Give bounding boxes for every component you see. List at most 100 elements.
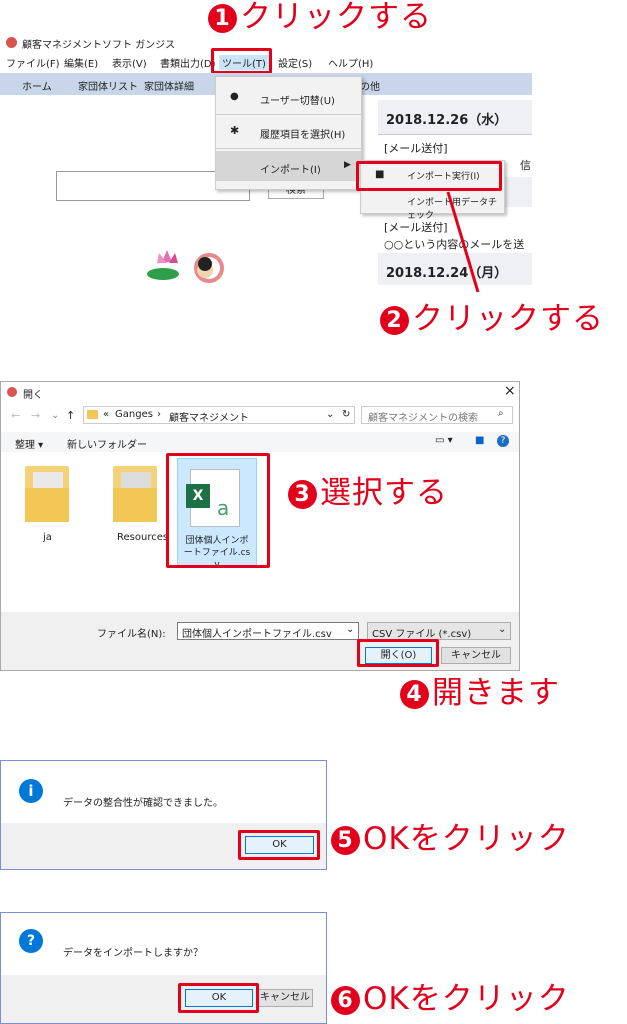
folder-icon (87, 410, 98, 419)
file-item-label: ja (43, 532, 52, 543)
menu-settings[interactable]: 設定(S) (278, 55, 312, 70)
history-date-1: 2018.12.26（水） (378, 100, 532, 135)
annotation-text: クリックする (240, 0, 432, 35)
annotation-text: OKをクリック (363, 821, 570, 857)
history-date-1-text: 2018.12.26（水） (386, 113, 508, 128)
confirm-cancel-label: キャンセル (260, 992, 310, 1003)
forward-arrow-icon[interactable]: → (31, 409, 40, 422)
menu-divider (216, 114, 361, 115)
command-bar: 整理 ▾ 新しいフォルダー ▭ ▾ ■ ? (1, 432, 519, 452)
user-icon: ● (230, 91, 239, 102)
annotation-text: 開きます (432, 675, 560, 711)
preview-pane-icon[interactable]: ■ (475, 435, 484, 446)
close-icon[interactable]: × (504, 383, 516, 399)
filename-input[interactable]: 団体個人インポートファイル.csv ⌄ (177, 622, 359, 640)
dialog-footer: ファイル名(N): 団体個人インポートファイル.csv ⌄ CSV ファイル (… (1, 612, 519, 670)
filetype-dropdown-icon: ⌄ (498, 624, 507, 635)
confirm-footer: OK キャンセル (1, 975, 326, 1023)
address-dropdown-icon[interactable]: ⌄ (326, 409, 334, 420)
nav-group-list[interactable]: 家団体リスト (78, 78, 138, 93)
filename-dropdown-icon[interactable]: ⌄ (346, 624, 354, 635)
step-number: 3 (288, 480, 317, 509)
menu-divider (216, 148, 361, 149)
menu-view[interactable]: 表示(V) (112, 55, 147, 70)
cancel-button[interactable]: キャンセル (441, 647, 511, 664)
annotation-arrow (446, 191, 480, 293)
path-separator: › (157, 409, 161, 420)
annotation-step4: 4 開きます (400, 676, 560, 710)
annotation-step3: 3 選択する (288, 476, 448, 510)
address-bar[interactable]: « Ganges › 顧客マネジメント ⌄ ↻ (83, 406, 355, 424)
step-number: 4 (400, 680, 429, 709)
view-options-icon[interactable]: ▭ ▾ (435, 435, 453, 446)
tools-dropdown: ● ユーザー切替(U) ✱ 履歴項目を選択(H) インポート(I) ▶ (215, 76, 362, 190)
nav-other[interactable]: の他 (360, 78, 380, 93)
menu-item-import-label: インポート(I) (260, 165, 321, 176)
history-tag-2: [メール送付] (384, 221, 448, 234)
menu-edit[interactable]: 編集(E) (64, 55, 98, 70)
path-overflow[interactable]: « (103, 409, 109, 420)
confirm-cancel-button[interactable]: キャンセル (257, 989, 313, 1007)
refresh-icon[interactable]: ↻ (342, 409, 350, 420)
menu-item-user-switch[interactable]: ● ユーザー切替(U) (216, 83, 361, 111)
highlight-info-ok (238, 830, 320, 860)
help-icon[interactable]: ? (497, 435, 509, 447)
menu-item-import[interactable]: インポート(I) ▶ (216, 151, 361, 181)
step-number: 6 (331, 986, 360, 1015)
info-icon: i (19, 779, 43, 803)
path-ganges[interactable]: Ganges (115, 409, 153, 420)
menu-item-history-label: 履歴項目を選択(H) (260, 130, 346, 141)
menu-item-user-switch-label: ユーザー切替(U) (260, 96, 335, 107)
recent-chevron-icon[interactable]: ⌄ (51, 410, 59, 421)
step-number: 1 (208, 4, 237, 33)
question-icon: ? (19, 929, 43, 953)
path-current[interactable]: 顧客マネジメント (169, 409, 249, 424)
step-number: 5 (331, 826, 360, 855)
organize-button[interactable]: 整理 ▾ (15, 436, 43, 451)
highlight-confirm-ok (178, 983, 259, 1013)
up-arrow-icon[interactable]: ↑ (66, 409, 75, 422)
menu-docs[interactable]: 書類出力(D) (160, 55, 216, 70)
annotation-text: OKをクリック (363, 981, 570, 1017)
app-logo-icon (6, 37, 17, 48)
history-tag-1: [メール送付] (384, 142, 448, 155)
menu-item-history[interactable]: ✱ 履歴項目を選択(H) (216, 117, 361, 145)
menu-help[interactable]: ヘルプ(H) (328, 55, 373, 70)
annotation-step2: 2 クリックする (380, 302, 604, 336)
menu-bar: ファイル(F) 編集(E) 表示(V) 書類出力(D) ツール(T) 設定(S)… (0, 53, 627, 70)
file-item-label: Resources (117, 532, 169, 543)
submenu-arrow-icon: ▶ (344, 160, 351, 170)
confirm-dialog: ? データをインポートしますか？ OK キャンセル (0, 912, 327, 1024)
nav-group-detail[interactable]: 家団体詳細 (144, 78, 194, 93)
app-titlebar: 顧客マネジメントソフト ガンジス (0, 36, 627, 51)
gear-icon: ✱ (230, 124, 240, 137)
file-item-resources[interactable]: Resources (109, 466, 169, 546)
nav-home[interactable]: ホーム (22, 78, 52, 93)
folder-icon (25, 466, 69, 522)
confirm-message: データをインポートしますか？ (63, 948, 203, 959)
mascot-illustration (145, 244, 240, 286)
annotation-step5: 5 OKをクリック (331, 822, 570, 856)
annotation-step1: 1 クリックする (208, 0, 432, 34)
annotation-text: クリックする (412, 301, 604, 337)
search-box[interactable]: 顧客マネジメントの検索 ⌕ (361, 406, 513, 424)
search-icon: ⌕ (498, 408, 504, 419)
back-arrow-icon[interactable]: ← (11, 409, 20, 422)
open-dialog-title: 開く (23, 390, 43, 401)
menu-file[interactable]: ファイル(F) (6, 55, 60, 70)
filetype-value: CSV ファイル (*.csv) (372, 629, 472, 640)
cancel-button-label: キャンセル (451, 650, 501, 661)
highlight-open-button (357, 639, 439, 667)
filename-label: ファイル名(N): (97, 629, 166, 640)
highlight-tools-menu (211, 48, 272, 74)
annotation-step6: 6 OKをクリック (331, 982, 570, 1016)
filetype-select[interactable]: CSV ファイル (*.csv) ⌄ (367, 622, 511, 640)
info-message: データの整合性が確認できました。 (63, 798, 223, 809)
step-number: 2 (380, 306, 409, 335)
highlight-csv-file (166, 453, 270, 568)
filename-value: 団体個人インポートファイル.csv (182, 629, 332, 640)
new-folder-button[interactable]: 新しいフォルダー (67, 436, 147, 451)
file-item-ja[interactable]: ja (23, 466, 73, 546)
highlight-import-run (356, 161, 502, 191)
annotation-text: 選択する (320, 475, 448, 511)
